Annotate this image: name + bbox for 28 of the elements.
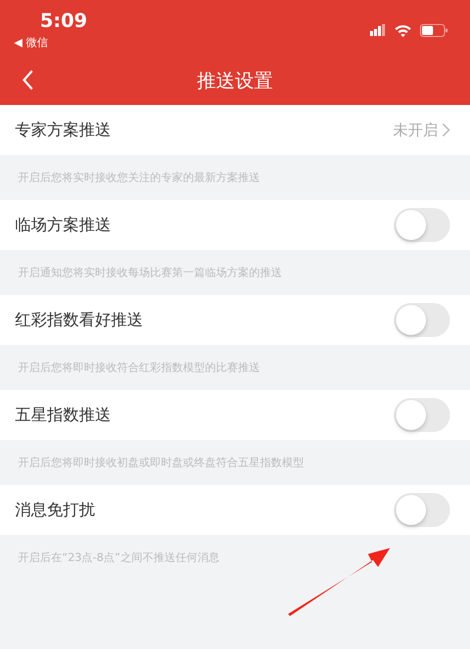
- page-title: 推送设置: [197, 69, 273, 94]
- toggle-switch[interactable]: [394, 208, 450, 242]
- toggle-switch[interactable]: [394, 398, 450, 432]
- back-icon[interactable]: [22, 69, 34, 91]
- setting-label: 五星指数推送: [15, 404, 111, 426]
- setting-value: 未开启: [393, 120, 438, 140]
- wifi-icon: [394, 24, 412, 36]
- setting-row[interactable]: 红彩指数看好推送: [0, 295, 470, 345]
- setting-label: 专家方案推送: [15, 120, 111, 140]
- chevron-icon: [442, 123, 450, 137]
- setting-row[interactable]: 五星指数推送: [0, 390, 470, 440]
- setting-label: 消息免打扰: [15, 500, 95, 520]
- setting-row[interactable]: 专家方案推送 未开启: [0, 105, 470, 155]
- toggle-switch[interactable]: [394, 493, 450, 527]
- battery-icon: [420, 24, 448, 36]
- setting-label: 临场方案推送: [15, 214, 111, 236]
- toggle-switch[interactable]: [394, 303, 450, 337]
- back-to-app-link[interactable]: ◀ 微信: [14, 36, 88, 50]
- setting-row[interactable]: 临场方案推送: [0, 200, 470, 250]
- setting-description: 开启后您将即时接收符合红彩指数模型的比赛推送: [18, 360, 260, 375]
- setting-row[interactable]: 消息免打扰: [0, 485, 470, 535]
- status-time: 5:09: [40, 10, 88, 32]
- signal-icon: [370, 24, 386, 36]
- setting-description: 开启后您将即时接收初盘或即时盘或终盘符合五星指数模型: [18, 455, 304, 470]
- setting-description: 开启后在“23点-8点”之间不推送任何消息: [18, 550, 220, 565]
- setting-description: 开启通知您将实时接收每场比赛第一篇临场方案的推送: [18, 265, 282, 280]
- setting-label: 红彩指数看好推送: [15, 310, 143, 330]
- setting-description: 开启后您将实时接收您关注的专家的最新方案推送: [18, 170, 260, 185]
